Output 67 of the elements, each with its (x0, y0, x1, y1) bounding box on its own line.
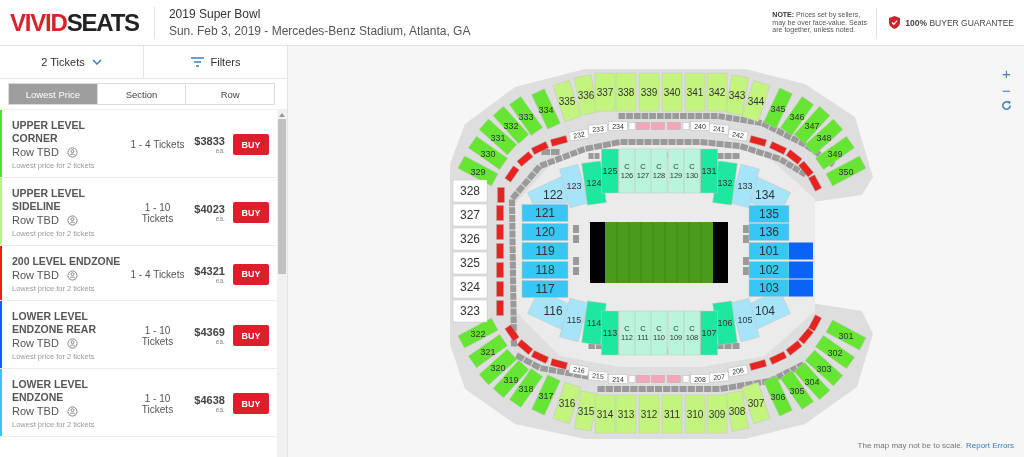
seat-section[interactable]: 103 (748, 279, 790, 297)
buy-button[interactable]: BUY (232, 202, 269, 223)
seat-section[interactable]: 339 (638, 72, 660, 112)
buy-button[interactable]: BUY (232, 134, 269, 155)
ticket-quantity: 1 - 10 Tickets (140, 392, 175, 415)
seat-section[interactable]: 101 (748, 242, 790, 260)
seat-section[interactable]: 323 (452, 299, 488, 323)
row-label: Row TBD (12, 214, 59, 226)
listing-price: $4321 (193, 264, 225, 277)
seat-section[interactable]: 324 (452, 275, 488, 299)
row-label: Row TBD (12, 269, 59, 281)
zoom-in-button[interactable]: + (1002, 66, 1011, 81)
seat-section[interactable]: 301 (825, 319, 867, 351)
seat-section[interactable]: 310 (684, 394, 706, 434)
listing-name: UPPER LEVEL CORNER (12, 119, 86, 145)
row-label: Row TBD (12, 337, 59, 349)
event-title: 2019 Super Bowl (168, 7, 262, 21)
seat-section[interactable]: 325 (452, 251, 488, 275)
seat-section[interactable]: 113 (601, 310, 619, 356)
listing-name: 200 LEVEL ENDZONE (12, 255, 122, 268)
listing-name: LOWER LEVEL ENDZONE REAR (12, 310, 97, 336)
report-errors-link[interactable]: Report Errors (966, 441, 1014, 450)
seat-section[interactable]: 118 (521, 261, 569, 279)
seat-section[interactable]: 322 (457, 317, 499, 349)
seat-section[interactable]: 326 (452, 227, 488, 251)
seat-section[interactable]: 117 (521, 280, 569, 298)
seat-section[interactable]: 337 (594, 72, 616, 112)
seat-section[interactable]: 119 (521, 242, 569, 260)
buy-button[interactable]: BUY (232, 393, 269, 414)
buyer-guarantee: 100% BUYER GUARANTEE (905, 17, 1014, 28)
row-label: Row TBD (12, 146, 59, 158)
seat-section[interactable]: 135 (748, 205, 790, 223)
buy-button[interactable]: BUY (232, 325, 269, 346)
seat-section[interactable]: 313 (615, 394, 637, 434)
seat-section[interactable]: 121 (521, 204, 569, 222)
logo[interactable]: VIVIDSEATS (10, 8, 142, 37)
seat-section[interactable]: 136 (748, 223, 790, 241)
seat-section[interactable]: 314 (594, 394, 616, 434)
seat-section[interactable]: 328 (452, 179, 488, 203)
seat-section[interactable]: 312 (638, 394, 660, 434)
seat-section[interactable]: 309 (706, 394, 728, 434)
listing-price: $3833 (193, 135, 225, 147)
ticket-quantity: 1 - 4 Tickets (129, 268, 186, 280)
seat-section[interactable]: 327 (452, 203, 488, 227)
seat-section[interactable]: 338 (615, 72, 637, 112)
seat-section[interactable]: 102 (748, 261, 790, 279)
seat-section[interactable]: 107 (700, 310, 718, 356)
zoom-out-button[interactable]: − (1002, 83, 1011, 98)
listing-name: UPPER LEVEL SIDELINE (12, 187, 86, 213)
seat-section[interactable]: 340 (661, 72, 683, 112)
listing-name: LOWER LEVEL ENDZONE (12, 378, 89, 404)
ticket-quantity: 1 - 4 Tickets (129, 139, 186, 150)
seat-section[interactable]: 342 (706, 72, 728, 112)
event-details: Sun. Feb 3, 2019 - Mercedes-Benz Stadium, Atlanta, GA (168, 24, 472, 38)
map-disclaimer: The map may not be to scale. (857, 441, 963, 450)
seat-section[interactable]: 131 (700, 148, 718, 194)
seat-section[interactable]: 120 (521, 223, 569, 241)
listing-price: $4638 (193, 394, 225, 406)
seat-section[interactable]: 311 (661, 394, 683, 434)
ticket-quantity: 1 - 10 Tickets (140, 201, 175, 224)
row-label: Row TBD (12, 405, 59, 417)
listing-price: $4023 (193, 203, 225, 215)
seat-section[interactable]: 125 (601, 148, 619, 194)
buy-button[interactable]: BUY (232, 263, 269, 285)
listing-price: $4369 (193, 326, 225, 338)
seat-section[interactable]: 341 (684, 72, 706, 112)
ticket-quantity: 1 - 10 Tickets (140, 324, 175, 347)
